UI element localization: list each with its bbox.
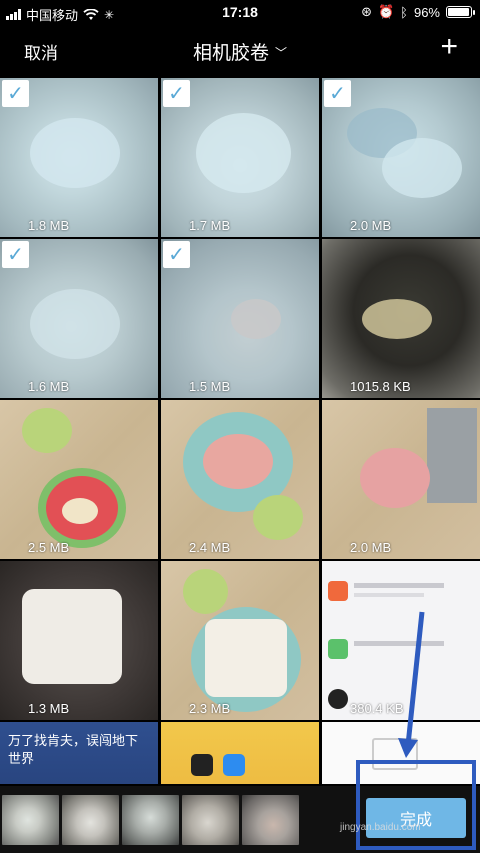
watermark: jingyan.baidu.com — [340, 822, 421, 833]
battery-percent: 96% — [413, 4, 440, 20]
photo-cell[interactable]: 2.4 MB — [161, 400, 319, 559]
album-title: 相机胶卷 — [192, 43, 269, 64]
photo-cell[interactable]: 2.3 MB — [161, 561, 319, 720]
photo-cell[interactable]: ✓ 1.7 MB — [161, 78, 319, 237]
rotation-lock-icon: ⊛ — [361, 4, 372, 19]
photo-cell[interactable]: 1.3 MB — [0, 561, 158, 720]
wallet-icon — [191, 754, 213, 776]
photo-grid: ✓ 1.8 MB ✓ 1.7 MB ✓ 2.0 MB ✓ 1.6 MB ✓ 1.… — [0, 78, 480, 784]
photo-size: 1015.8 KB — [350, 379, 411, 394]
photo-cell[interactable]: 2.5 MB — [0, 400, 158, 559]
app-store-icon — [223, 754, 245, 776]
selected-thumbnail[interactable] — [242, 795, 299, 845]
checkmark-icon[interactable]: ✓ — [163, 80, 190, 107]
checkmark-icon[interactable]: ✓ — [163, 241, 190, 268]
album-title-dropdown[interactable]: 相机胶卷 ﹀ — [0, 38, 480, 65]
alarm-icon: ⏰ — [377, 4, 395, 19]
photo-size: 1.8 MB — [28, 218, 70, 233]
selected-thumbnail[interactable] — [182, 795, 239, 845]
nav-bar: 取消 相机胶卷 ﹀ + — [0, 26, 480, 76]
selected-thumbnail[interactable] — [62, 795, 119, 845]
photo-cell[interactable]: 1015.8 KB — [322, 239, 480, 398]
photo-size: 2.4 MB — [189, 540, 231, 555]
chevron-down-icon: ﹀ — [275, 46, 288, 60]
selected-thumbnails — [2, 795, 299, 845]
photo-text: 世界 — [8, 751, 35, 766]
photo-size: 1.6 MB — [28, 379, 70, 394]
photo-cell[interactable]: ✓ 2.0 MB — [322, 78, 480, 237]
selected-thumbnail[interactable] — [2, 795, 59, 845]
photo-size: 380.4 KB — [350, 701, 404, 716]
photo-size: 2.5 MB — [28, 540, 70, 555]
checkmark-icon[interactable]: ✓ — [2, 241, 29, 268]
photo-size: 2.3 MB — [189, 701, 231, 716]
annotation-highlight-box — [356, 760, 476, 850]
photo-cell[interactable] — [161, 722, 319, 784]
photo-cell[interactable]: 2.0 MB — [322, 400, 480, 559]
photo-cell[interactable]: 万了找肯夫，误闯地下 世界 — [0, 722, 158, 784]
photo-cell[interactable]: ✓ 1.5 MB — [161, 239, 319, 398]
photo-cell[interactable]: ✓ 1.8 MB — [0, 78, 158, 237]
photo-cell[interactable]: 380.4 KB — [322, 561, 480, 720]
status-right: ⊛ ⏰ ᛒ 96% — [361, 4, 475, 20]
photo-size: 1.3 MB — [28, 701, 70, 716]
checkmark-icon[interactable]: ✓ — [2, 80, 29, 107]
bluetooth-icon: ᛒ — [400, 4, 408, 20]
add-button[interactable]: + — [440, 32, 458, 62]
photo-text: 万了找肯夫，误闯地下 — [8, 733, 139, 748]
photo-size: 2.0 MB — [350, 218, 392, 233]
photo-cell[interactable]: ✓ 1.6 MB — [0, 239, 158, 398]
battery-icon — [446, 6, 475, 18]
photo-size: 1.5 MB — [189, 379, 231, 394]
checkmark-icon[interactable]: ✓ — [324, 80, 351, 107]
selected-thumbnail[interactable] — [122, 795, 179, 845]
photo-size: 2.0 MB — [350, 540, 392, 555]
status-bar: 中国移动 ✳ 17:18 ⊛ ⏰ ᛒ 96% — [0, 0, 480, 26]
photo-size: 1.7 MB — [189, 218, 231, 233]
